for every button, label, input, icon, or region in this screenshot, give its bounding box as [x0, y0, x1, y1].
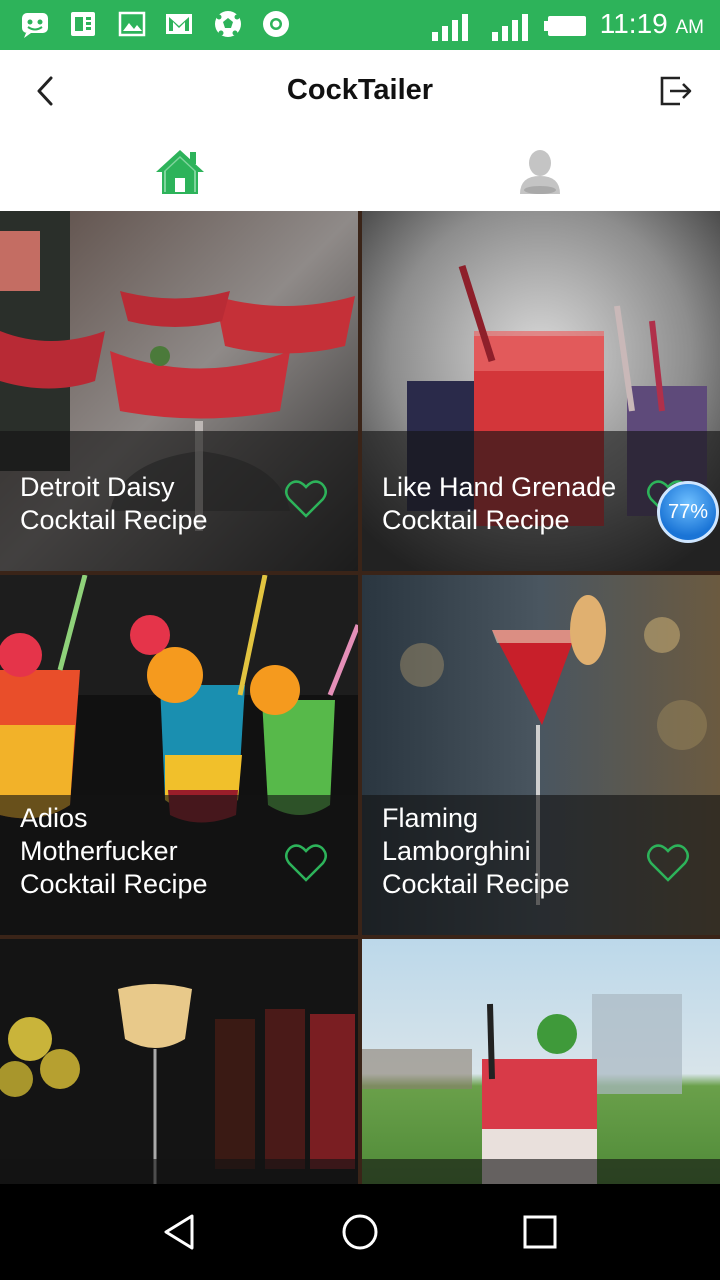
progress-badge[interactable]: 77% — [657, 481, 719, 543]
logout-icon[interactable] — [656, 70, 696, 110]
recipe-card[interactable]: Flaming Lamborghini Cocktail Recipe — [362, 575, 720, 935]
status-time: 11:19 AM — [599, 8, 704, 39]
nav-recents-icon[interactable] — [520, 1212, 560, 1252]
cocktail-photo — [362, 939, 720, 1184]
page-title: CockTailer — [286, 74, 434, 106]
app-bar: CockTailer — [0, 50, 720, 132]
caption-overlay — [362, 1159, 720, 1184]
nav-back-icon[interactable] — [160, 1212, 200, 1252]
gallery-notification-icon — [118, 11, 146, 37]
status-bar: 11:19 AM — [0, 0, 720, 50]
recipe-card[interactable]: Detroit Daisy Cocktail Recipe — [0, 211, 358, 571]
recipe-card[interactable]: Adios Motherfucker Cocktail Recipe — [0, 575, 358, 935]
recipe-card[interactable] — [362, 939, 720, 1184]
home-icon — [156, 149, 204, 194]
messenger-notification-icon — [22, 13, 48, 38]
cocktail-photo — [0, 939, 358, 1184]
tab-bar — [0, 132, 720, 211]
system-nav-bar — [0, 1184, 720, 1280]
caption-overlay — [0, 1159, 358, 1184]
recipe-title: Detroit Daisy Cocktail Recipe — [20, 472, 208, 535]
heart-icon[interactable] — [646, 843, 690, 883]
recipe-card[interactable] — [0, 939, 358, 1184]
battery-icon — [544, 16, 586, 36]
recipe-title: Adios Motherfucker Cocktail Recipe — [20, 803, 208, 899]
publisher-notification-icon — [71, 12, 95, 36]
recipe-title: Like Hand Grenade Cocktail Recipe — [382, 472, 617, 535]
recipe-grid: Detroit Daisy Cocktail Recipe Like Hand … — [0, 211, 720, 1184]
heart-icon[interactable] — [284, 843, 328, 883]
recipe-title: Flaming Lamborghini Cocktail Recipe — [382, 803, 570, 899]
signal-strength-icon — [432, 14, 468, 41]
tab-home[interactable] — [0, 132, 360, 211]
chrome-notification-icon — [263, 11, 289, 37]
nav-home-icon[interactable] — [340, 1212, 380, 1252]
tab-profile[interactable] — [360, 132, 720, 211]
gmail-notification-icon — [166, 14, 192, 34]
soccer-ball-notification-icon — [215, 11, 241, 37]
heart-icon[interactable] — [284, 479, 328, 519]
signal-strength-2-icon — [492, 14, 528, 41]
user-profile-icon — [520, 149, 560, 194]
